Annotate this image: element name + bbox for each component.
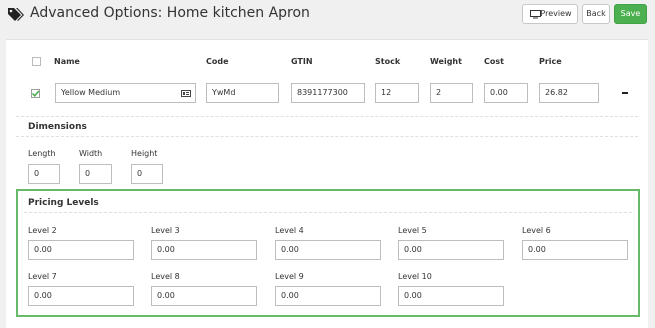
page-title: Advanced Options: Home kitchen Apron: [30, 5, 310, 21]
level-5-label: Level 5: [398, 226, 427, 235]
id-card-icon: [181, 90, 191, 97]
level-10-input[interactable]: 0.00: [398, 286, 504, 306]
level-6-label: Level 6: [522, 226, 551, 235]
width-input[interactable]: 0: [79, 164, 112, 184]
remove-row-button[interactable]: [622, 92, 628, 94]
level-4-input[interactable]: 0.00: [275, 240, 381, 260]
price-input[interactable]: 26.82: [539, 83, 599, 103]
column-header-cost: Cost: [484, 57, 504, 66]
column-header-stock: Stock: [375, 57, 401, 66]
width-label: Width: [79, 149, 103, 158]
name-input[interactable]: Yellow Medium: [55, 83, 196, 103]
back-button[interactable]: Back: [582, 4, 610, 24]
level-2-label: Level 2: [28, 226, 57, 235]
column-header-name: Name: [54, 57, 80, 66]
monitor-icon: [530, 10, 541, 19]
name-value: Yellow Medium: [61, 88, 121, 97]
level-4-label: Level 4: [275, 226, 304, 235]
divider: [16, 116, 638, 117]
level-7-label: Level 7: [28, 272, 57, 281]
preview-label: Preview: [540, 9, 572, 18]
level-6-input[interactable]: 0.00: [522, 240, 628, 260]
check-icon: [31, 90, 40, 97]
level-8-input[interactable]: 0.00: [151, 286, 257, 306]
pricing-levels-section: Pricing Levels Level 2 0.00 Level 3 0.00…: [16, 189, 640, 317]
column-header-code: Code: [206, 57, 229, 66]
height-input[interactable]: 0: [131, 164, 163, 184]
select-all-checkbox[interactable]: [32, 57, 41, 66]
level-5-input[interactable]: 0.00: [398, 240, 504, 260]
column-header-price: Price: [539, 57, 562, 66]
code-input[interactable]: YwMd: [206, 83, 279, 103]
level-10-label: Level 10: [398, 272, 432, 281]
gtin-input[interactable]: 8391177300: [291, 83, 365, 103]
dimensions-title: Dimensions: [28, 122, 87, 132]
level-2-input[interactable]: 0.00: [28, 240, 134, 260]
level-9-label: Level 9: [275, 272, 304, 281]
preview-button[interactable]: Preview: [522, 4, 578, 24]
tags-icon: [8, 8, 24, 21]
title-label: Advanced Options:: [30, 5, 163, 21]
cost-input[interactable]: 0.00: [484, 83, 528, 103]
length-label: Length: [28, 149, 56, 158]
product-name: Home kitchen Apron: [166, 5, 310, 21]
page-header: Advanced Options: Home kitchen Apron Pre…: [0, 0, 655, 32]
level-3-label: Level 3: [151, 226, 180, 235]
weight-input[interactable]: 2: [430, 83, 473, 103]
row-checkbox[interactable]: [31, 89, 40, 98]
column-header-gtin: GTIN: [291, 57, 313, 66]
column-header-weight: Weight: [430, 57, 462, 66]
pricing-levels-title: Pricing Levels: [28, 198, 99, 208]
length-input[interactable]: 0: [28, 164, 60, 184]
level-7-input[interactable]: 0.00: [28, 286, 134, 306]
height-label: Height: [131, 149, 158, 158]
save-button[interactable]: Save: [614, 4, 647, 24]
level-3-input[interactable]: 0.00: [151, 240, 257, 260]
level-9-input[interactable]: 0.00: [275, 286, 381, 306]
divider: [16, 136, 638, 137]
divider: [24, 212, 632, 213]
stock-input[interactable]: 12: [375, 83, 419, 103]
level-8-label: Level 8: [151, 272, 180, 281]
